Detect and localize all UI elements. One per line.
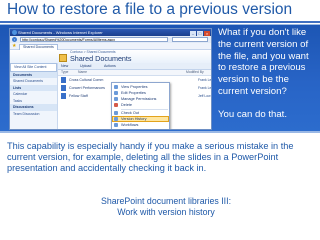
workflow-icon: [114, 123, 118, 127]
edit-icon: [114, 91, 118, 95]
column-type[interactable]: Type: [61, 70, 68, 75]
modified-by: Frank Lee: [198, 86, 212, 90]
address-bar[interactable]: http://contoso/Shared%20Documents/Forms/…: [20, 37, 168, 42]
document-name[interactable]: Concert Performances: [69, 84, 105, 92]
document-name[interactable]: Cross Cultural Comm: [69, 76, 103, 84]
quick-launch: View All Site Content Documents Shared D…: [10, 63, 58, 129]
check-out-icon: [114, 111, 118, 115]
menu-item-delete[interactable]: Delete: [112, 102, 169, 108]
favorites-star-icon[interactable]: ★: [12, 43, 16, 49]
library-toolbar: New Upload Actions: [58, 63, 211, 70]
window-title: Shared Documents - Windows Internet Expl…: [18, 30, 103, 35]
word-doc-icon: [61, 77, 66, 83]
ie-logo-icon: [12, 30, 17, 35]
slide: How to restore a file to a previous vers…: [0, 0, 320, 240]
properties-icon: [114, 85, 118, 89]
window-title-bar: Shared Documents - Windows Internet Expl…: [10, 29, 211, 36]
menu-item-label: Workflows: [121, 123, 139, 127]
search-input[interactable]: [172, 37, 208, 42]
favorites-bar: ★ Shared Documents: [10, 43, 211, 50]
permissions-icon: [114, 97, 118, 101]
document-name[interactable]: Fellow Staff: [69, 92, 88, 100]
upload-button[interactable]: Upload: [80, 63, 91, 69]
side-question: What if you don't like the current versi…: [218, 27, 309, 97]
page-title: Shared Documents: [70, 54, 132, 63]
browser-screenshot: Shared Documents - Windows Internet Expl…: [9, 28, 212, 130]
column-name[interactable]: Name: [78, 70, 87, 75]
back-arrow-icon[interactable]: ‹: [12, 37, 17, 42]
word-doc-icon: [61, 93, 66, 99]
footer-line-2: Work with version history: [117, 207, 215, 217]
body-text: This capability is especially handy if y…: [7, 141, 294, 174]
side-text: What if you don't like the current versi…: [218, 27, 318, 121]
sidebar-item-view-all[interactable]: View All Site Content: [10, 63, 57, 72]
footer-line-1: SharePoint document libraries III:: [100, 196, 232, 206]
version-history-icon: [114, 117, 118, 121]
address-row: ‹ http://contoso/Shared%20Documents/Form…: [10, 36, 211, 43]
sidebar-item-team-discussion[interactable]: Team Discussion: [10, 111, 57, 118]
modified-by: Frank Lee: [198, 78, 212, 82]
library-icon: [59, 54, 67, 62]
panel-divider: [0, 131, 320, 133]
delete-icon: [114, 103, 118, 107]
menu-item-label: Delete: [121, 103, 132, 107]
column-modified-by[interactable]: Modified By: [186, 70, 204, 75]
slide-title: How to restore a file to a previous vers…: [7, 1, 293, 18]
title-divider: [0, 21, 320, 23]
menu-item-workflows[interactable]: Workflows: [112, 122, 169, 128]
modified-by: Jeff Low: [198, 94, 211, 98]
word-doc-icon: [61, 85, 66, 91]
actions-button[interactable]: Actions: [104, 63, 116, 69]
footer: SharePoint document libraries III: Work …: [96, 196, 236, 218]
side-answer: You can do that.: [218, 108, 287, 120]
new-button[interactable]: New: [61, 63, 68, 69]
item-context-menu: View Properties Edit Properties Manage P…: [111, 82, 170, 129]
site-header: Contoso > Shared Documents Shared Docume…: [10, 50, 211, 64]
